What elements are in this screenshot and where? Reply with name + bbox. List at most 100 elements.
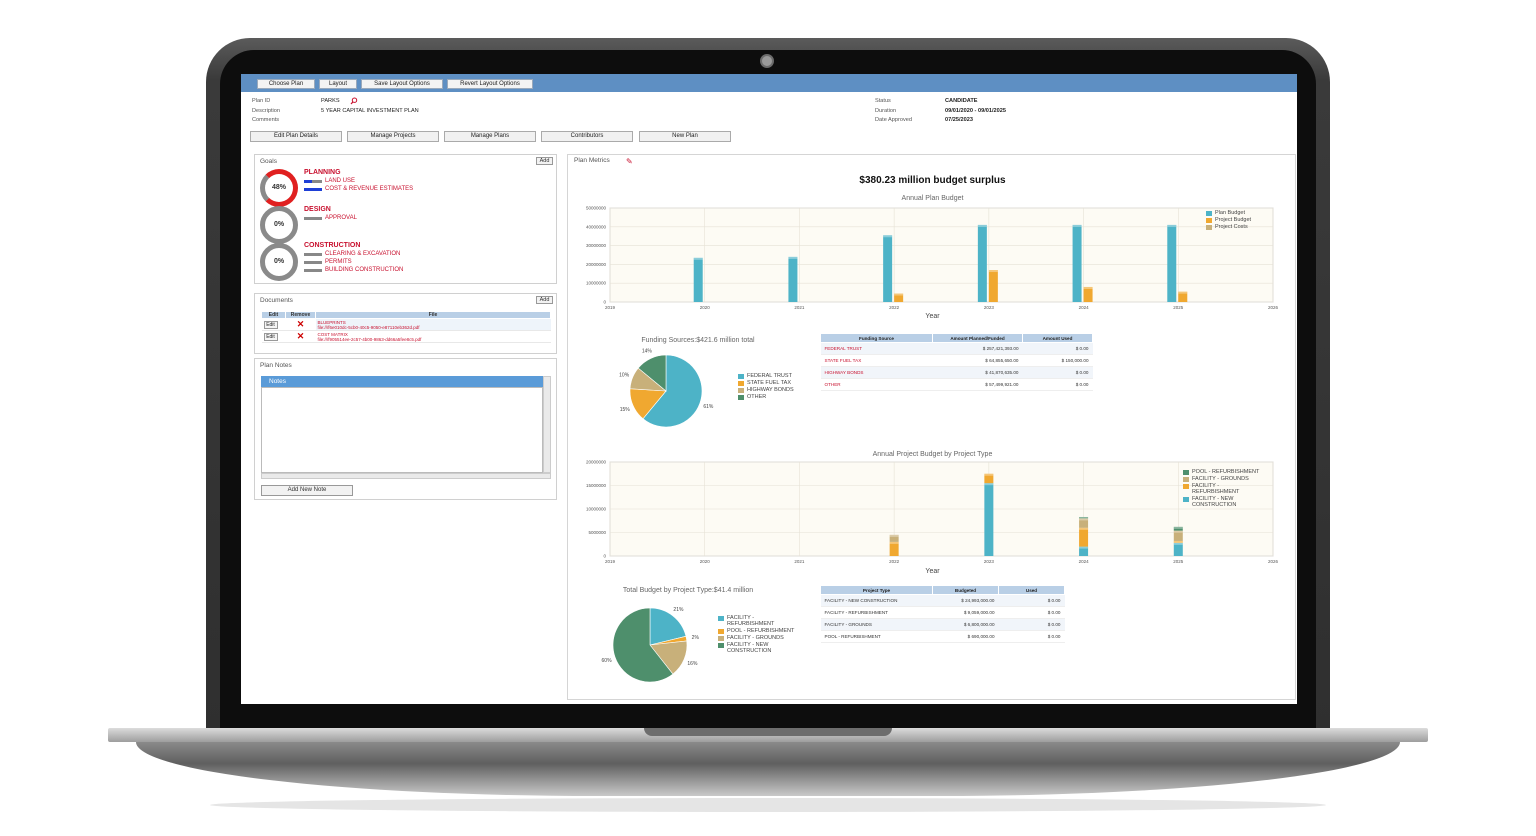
edit-document-button[interactable]: Edit	[263, 320, 278, 329]
x-axis-label: Year	[925, 313, 940, 320]
revert-layout-button[interactable]: Revert Layout Options	[447, 79, 533, 89]
legend-item[interactable]: Project Costs	[1206, 224, 1251, 230]
bar	[988, 270, 998, 302]
laptop-base	[136, 742, 1400, 796]
x-tick-label: 2020	[700, 559, 711, 564]
goal-bar	[304, 269, 322, 272]
cell-value: $ 257,421,393.00	[932, 342, 1023, 355]
pie-value-label: 15%	[620, 407, 631, 413]
legend-swatch	[1206, 210, 1212, 216]
row-label[interactable]: HIGHWAY BONDS	[820, 366, 933, 379]
y-tick-label: 5000000	[588, 530, 606, 535]
remove-icon[interactable]: ✕	[297, 331, 305, 341]
legend-label: FACILITY - GROUNDS	[727, 635, 784, 641]
cell-value: $ 0.00	[998, 618, 1065, 631]
laptop-shadow	[210, 798, 1326, 812]
x-tick-label: 2019	[605, 305, 616, 310]
legend-label: Project Budget	[1215, 217, 1252, 223]
x-tick-label: 2025	[1173, 305, 1184, 310]
legend-swatch	[718, 635, 724, 641]
documents-title: Documents	[260, 297, 293, 304]
edit-plan-details-button[interactable]: Edit Plan Details	[250, 131, 342, 142]
layout-button[interactable]: Layout	[319, 79, 357, 89]
add-document-button[interactable]: Add	[536, 296, 553, 304]
bar	[889, 541, 899, 556]
chart-legend: Plan Budget Project Budget Project Costs	[1206, 210, 1251, 231]
legend-label: FACILITY - REFURBISHMENT	[1192, 483, 1240, 495]
status-label: Status	[875, 98, 891, 104]
goal-construction-title[interactable]: CONSTRUCTION	[304, 242, 360, 249]
goal-bar	[304, 180, 312, 183]
document-path[interactable]: file:///f905514ee-2c57-4b00-9863-dd66a5f…	[318, 337, 549, 342]
goal-item-cost-revenue[interactable]: COST & REVENUE ESTIMATES	[325, 186, 413, 192]
legend-item[interactable]: STATE FUEL TAX	[738, 380, 794, 386]
legend-item[interactable]: FACILITY - GROUNDS	[1183, 476, 1263, 482]
legend-item[interactable]: FACILITY - NEW CONSTRUCTION	[718, 642, 798, 654]
document-path[interactable]: file:///f6e010dc-5cb0-40c5-9050-e87110eb…	[318, 325, 549, 330]
goal-item-land-use[interactable]: LAND USE	[325, 178, 355, 184]
legend-item[interactable]: FACILITY - GROUNDS	[718, 635, 798, 641]
goal-bar	[304, 217, 322, 220]
manage-projects-button[interactable]: Manage Projects	[347, 131, 439, 142]
row-label[interactable]: FEDERAL TRUST	[820, 342, 933, 355]
bar-highlight	[1079, 516, 1089, 519]
legend-item[interactable]: POOL - REFURBISHMENT	[1183, 469, 1263, 475]
pie-value-label: 2%	[692, 635, 700, 641]
manage-plans-button[interactable]: Manage Plans	[444, 131, 536, 142]
table-row: Edit ✕ COST MATRIX file:///f905514ee-2c5…	[261, 330, 551, 343]
bar-highlight	[1079, 518, 1089, 521]
column-header: Budgeted	[932, 585, 999, 595]
contributors-button[interactable]: Contributors	[541, 131, 633, 142]
edit-pencil-icon[interactable]: ✎	[626, 157, 633, 166]
goal-item-building-construction[interactable]: BUILDING CONSTRUCTION	[325, 267, 403, 273]
legend-item[interactable]: FACILITY - REFURBISHMENT	[1183, 483, 1263, 495]
add-goal-button[interactable]: Add	[536, 157, 553, 165]
bar	[1072, 224, 1082, 302]
x-tick-label: 2021	[794, 559, 805, 564]
legend-item[interactable]: FACILITY - REFURBISHMENT	[718, 615, 798, 627]
goal-design-title[interactable]: DESIGN	[304, 206, 331, 213]
goal-bar	[312, 180, 322, 183]
bar	[788, 256, 798, 302]
table-row: FEDERAL TRUST $ 257,421,393.00 $ 0.00	[820, 342, 1093, 355]
goal-item-approval[interactable]: APPROVAL	[325, 215, 357, 221]
legend-item[interactable]: HIGHWAY BONDS	[738, 387, 794, 393]
legend-item[interactable]: OTHER	[738, 394, 794, 400]
bar-highlight	[1173, 530, 1183, 533]
legend-item[interactable]: Project Budget	[1206, 217, 1251, 223]
legend-item[interactable]: FEDERAL TRUST	[738, 373, 794, 379]
x-axis-label: Year	[925, 568, 940, 575]
legend-label: FACILITY - GROUNDS	[1192, 476, 1249, 482]
x-tick-label: 2020	[700, 305, 711, 310]
bar	[883, 235, 893, 302]
x-tick-label: 2023	[984, 305, 995, 310]
notes-horizontal-scrollbar[interactable]	[261, 473, 551, 479]
col-file: File	[315, 311, 551, 319]
legend-item[interactable]: Plan Budget	[1206, 210, 1251, 216]
row-label[interactable]: STATE FUEL TAX	[820, 354, 933, 367]
notes-list[interactable]	[261, 387, 543, 473]
legend-item[interactable]: FACILITY - NEW CONSTRUCTION	[1183, 496, 1263, 508]
legend-item[interactable]: POOL - REFURBISHMENT	[718, 628, 798, 634]
goal-item-clearing[interactable]: CLEARING & EXCAVATION	[325, 251, 400, 257]
notes-vertical-scrollbar[interactable]	[543, 376, 551, 473]
remove-icon[interactable]: ✕	[297, 319, 305, 329]
search-icon[interactable]	[350, 97, 358, 105]
legend-swatch	[1206, 217, 1212, 223]
plan-metrics-title: Plan Metrics	[574, 157, 610, 164]
new-plan-button[interactable]: New Plan	[639, 131, 731, 142]
save-layout-button[interactable]: Save Layout Options	[361, 79, 443, 89]
bar-highlight	[883, 235, 893, 238]
goal-planning-title[interactable]: PLANNING	[304, 169, 341, 176]
pie-value-label: 60%	[602, 658, 613, 664]
choose-plan-button[interactable]: Choose Plan	[257, 79, 315, 89]
bar-highlight	[1072, 224, 1082, 227]
row-label[interactable]: OTHER	[820, 378, 933, 391]
pie-value-label: 21%	[673, 607, 684, 613]
cell-value: $ 150,000.00	[1022, 354, 1093, 367]
edit-document-button[interactable]: Edit	[263, 332, 278, 341]
bar-highlight	[889, 541, 899, 544]
table-row: POOL - REFURBISHMENT $ 690,000.00 $ 0.00	[820, 630, 1065, 643]
goal-item-permits[interactable]: PERMITS	[325, 259, 352, 265]
add-new-note-button[interactable]: Add New Note	[261, 485, 353, 496]
